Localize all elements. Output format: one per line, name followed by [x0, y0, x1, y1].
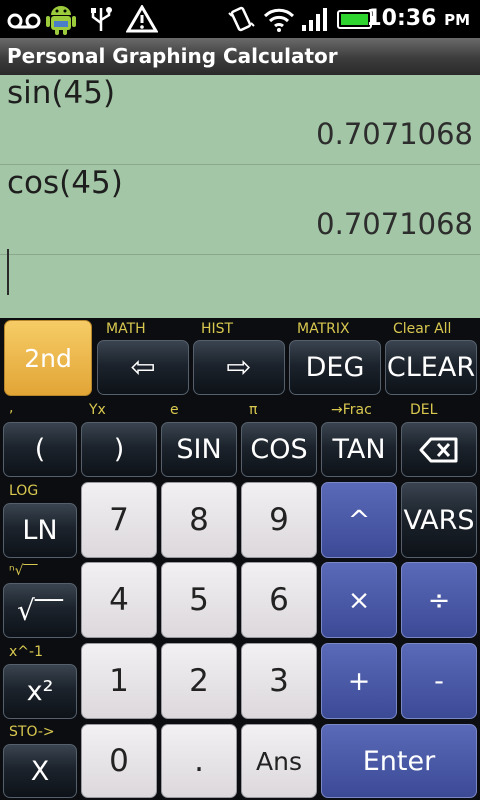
plus-button[interactable]: + [321, 643, 397, 719]
history-entry[interactable]: cos(45) 0.7071068 [0, 165, 480, 255]
cursor-right-button[interactable]: ⇨ [193, 340, 285, 395]
cos-button[interactable]: COS [241, 422, 317, 477]
second-label-sto: STO-> [9, 724, 55, 740]
second-label-yx: Yx [89, 402, 106, 418]
power-button[interactable]: ^ [321, 482, 397, 558]
usb-icon [91, 7, 112, 31]
second-label-matrix: MATRIX [297, 321, 350, 337]
second-label-pi: π [249, 402, 258, 418]
second-label-inverse: x^-1 [9, 644, 43, 660]
digit-3-button[interactable]: 3 [241, 643, 317, 719]
keypad: MATH HIST MATRIX Clear All , Yx e π →Fra… [0, 318, 480, 800]
digit-5-button[interactable]: 5 [161, 562, 237, 638]
vibrate-icon [228, 6, 255, 32]
digit-4-button[interactable]: 4 [81, 562, 157, 638]
second-label-math: MATH [106, 321, 146, 337]
signal-icon [302, 8, 327, 31]
wifi-icon [263, 8, 295, 32]
left-paren-button[interactable]: ( [3, 422, 77, 477]
history-expression: sin(45) [7, 75, 116, 111]
clear-button[interactable]: CLEAR [385, 340, 477, 395]
digit-6-button[interactable]: 6 [241, 562, 317, 638]
history-entry[interactable]: sin(45) 0.7071068 [0, 75, 480, 165]
variable-x-button[interactable]: X [3, 744, 77, 798]
digit-9-button[interactable]: 9 [241, 482, 317, 558]
second-function-button[interactable]: 2nd [4, 320, 92, 396]
second-label-frac: →Frac [331, 402, 372, 418]
second-label-del: DEL [410, 402, 438, 418]
cursor-left-button[interactable]: ⇦ [97, 340, 189, 395]
multiply-button[interactable]: × [321, 562, 397, 638]
clock-ampm: PM [444, 11, 470, 29]
digit-0-button[interactable]: 0 [81, 724, 157, 798]
app-title: Personal Graphing Calculator [7, 44, 338, 68]
right-paren-button[interactable]: ) [81, 422, 157, 477]
digit-1-button[interactable]: 1 [81, 643, 157, 719]
ln-button[interactable]: LN [3, 503, 77, 558]
history-result: 0.7071068 [316, 207, 473, 241]
status-clock: 10:36 PM [366, 6, 470, 31]
text-cursor [7, 249, 9, 295]
voicemail-icon [7, 13, 41, 29]
history-result: 0.7071068 [316, 117, 473, 151]
digit-8-button[interactable]: 8 [161, 482, 237, 558]
square-button[interactable]: x² [3, 664, 77, 719]
deg-mode-button[interactable]: DEG [289, 340, 381, 395]
clock-time: 10:36 [366, 6, 437, 31]
tan-button[interactable]: TAN [321, 422, 397, 477]
second-label-e: e [170, 402, 179, 418]
android-icon [46, 6, 76, 35]
minus-button[interactable]: - [401, 643, 477, 719]
sin-button[interactable]: SIN [161, 422, 237, 477]
app-title-bar: Personal Graphing Calculator [0, 38, 480, 75]
status-bar: 10:36 PM [0, 0, 480, 38]
second-label-log: LOG [9, 483, 39, 499]
second-label-comma: , [9, 400, 14, 416]
divide-button[interactable]: ÷ [401, 562, 477, 638]
second-label-nroot: ⁿ√‾‾ [9, 563, 38, 579]
digit-7-button[interactable]: 7 [81, 482, 157, 558]
ans-button[interactable]: Ans [241, 724, 317, 798]
second-label-clear-all: Clear All [393, 321, 452, 337]
history-expression: cos(45) [7, 165, 123, 201]
vars-button[interactable]: VARS [401, 482, 477, 558]
warning-icon [126, 5, 158, 33]
calculator-display[interactable]: sin(45) 0.7071068 cos(45) 0.7071068 [0, 75, 480, 318]
second-label-hist: HIST [201, 321, 234, 337]
decimal-point-button[interactable]: . [161, 724, 237, 798]
square-root-button[interactable]: √‾‾ [3, 583, 77, 638]
backspace-icon [419, 437, 458, 462]
enter-button[interactable]: Enter [321, 724, 477, 798]
digit-2-button[interactable]: 2 [161, 643, 237, 719]
backspace-button[interactable] [401, 422, 477, 477]
